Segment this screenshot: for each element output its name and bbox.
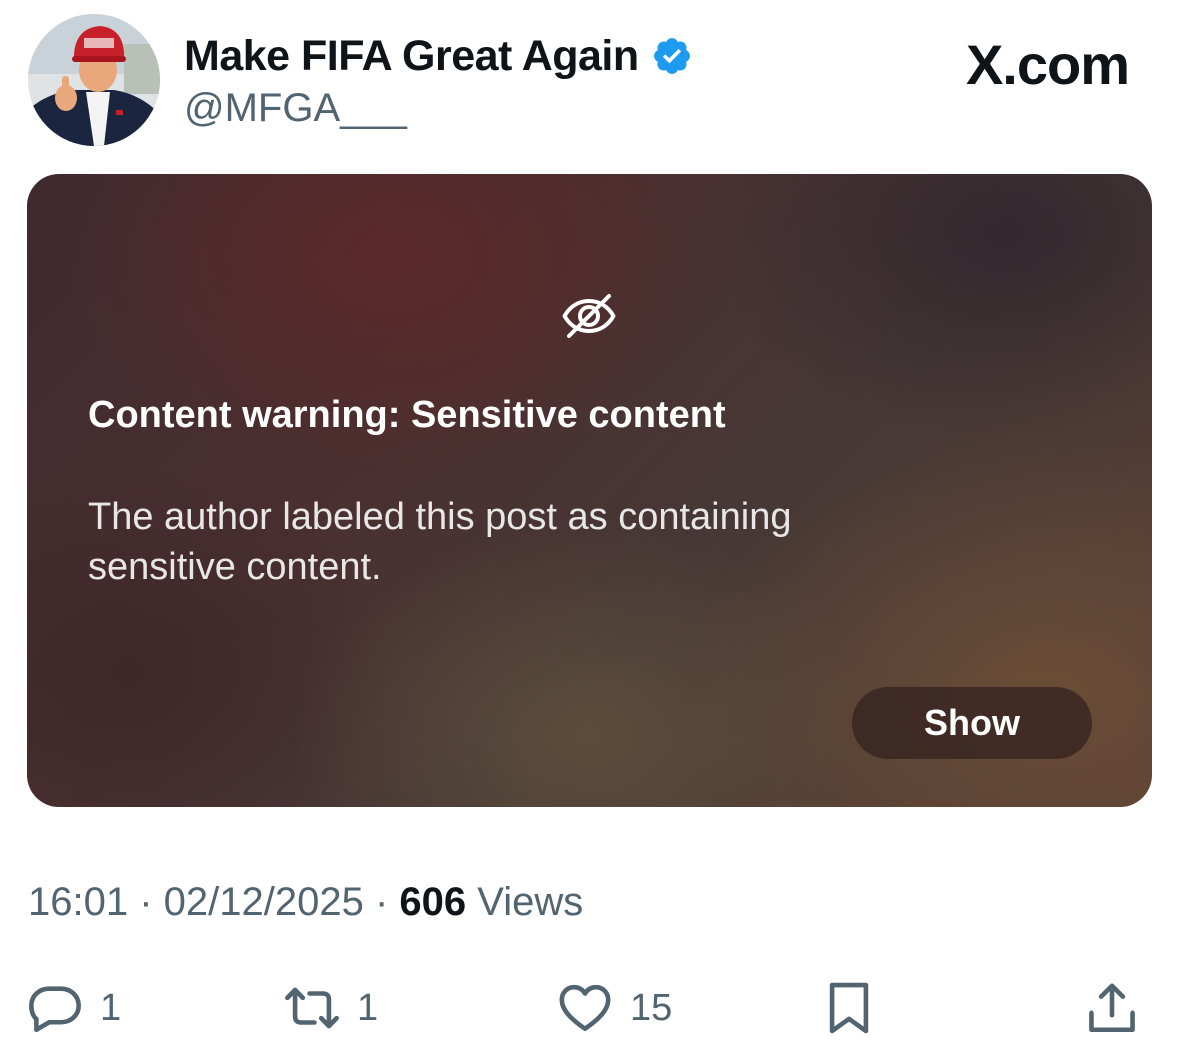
repost-count: 1 <box>357 986 379 1029</box>
meta-separator: · <box>363 880 400 924</box>
bookmark-button[interactable] <box>820 978 878 1038</box>
share-button[interactable] <box>1083 978 1141 1038</box>
warning-title: Content warning: Sensitive content <box>88 394 726 436</box>
like-count: 15 <box>630 986 673 1029</box>
site-label: X.com <box>965 33 1130 96</box>
views-count[interactable]: 606 <box>399 880 466 924</box>
author-handle[interactable]: @MFGA___ <box>184 86 407 131</box>
warning-description: The author labeled this post as containi… <box>88 496 792 588</box>
post-screenshot: Make FIFA Great Again @MFGA___ X.com Con… <box>0 0 1179 1062</box>
like-button[interactable]: 15 <box>556 978 672 1038</box>
avatar[interactable] <box>28 14 160 146</box>
verified-badge-icon <box>653 38 690 74</box>
post-time[interactable]: 16:01 <box>28 880 128 924</box>
avatar-image <box>28 14 160 146</box>
repost-button[interactable]: 1 <box>283 978 378 1038</box>
views-label: Views <box>466 880 584 924</box>
author-name-row[interactable]: Make FIFA Great Again <box>184 28 693 84</box>
bookmark-icon <box>829 982 869 1034</box>
share-icon <box>1089 983 1135 1033</box>
heart-icon <box>559 984 611 1032</box>
post-meta: 16:01 · 02/12/2025 · 606 Views <box>28 880 583 925</box>
reply-icon <box>29 986 81 1033</box>
meta-separator: · <box>128 880 164 924</box>
post-date[interactable]: 02/12/2025 <box>164 880 364 924</box>
reply-button[interactable]: 1 <box>26 978 121 1038</box>
show-button[interactable]: Show <box>852 687 1092 759</box>
repost-icon <box>285 987 339 1029</box>
author-display-name[interactable]: Make FIFA Great Again <box>184 32 639 81</box>
sensitive-content-card: Content warning: Sensitive content The a… <box>27 174 1152 807</box>
reply-count: 1 <box>100 986 122 1029</box>
eye-off-icon <box>562 294 616 338</box>
